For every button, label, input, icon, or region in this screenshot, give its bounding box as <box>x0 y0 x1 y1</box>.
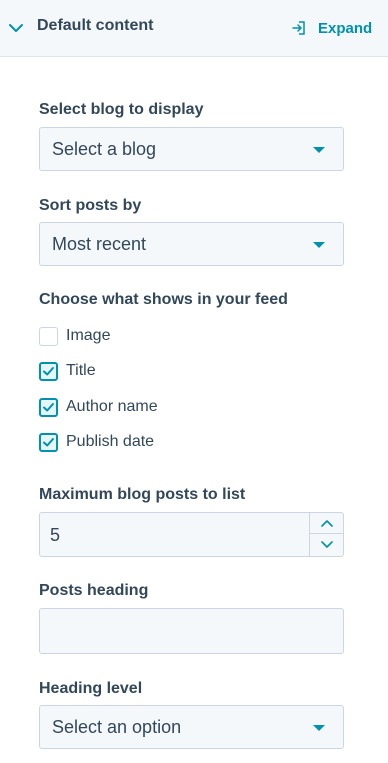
chevron-down-icon <box>320 540 333 548</box>
feed-option-label: Author name <box>66 398 158 415</box>
increment-button[interactable] <box>310 513 343 534</box>
blog-select-label: Select blog to display <box>39 101 204 118</box>
caret-down-icon <box>313 147 325 153</box>
max-posts-value: 5 <box>50 525 61 545</box>
heading-level-label: Heading level <box>39 680 143 697</box>
heading-level-value: Select an option <box>52 717 182 737</box>
checkbox-checked-icon[interactable] <box>39 361 58 381</box>
expand-button[interactable]: Expand <box>292 17 372 39</box>
feed-option-label: Image <box>66 327 111 344</box>
blog-select-dropdown[interactable]: Select a blog <box>39 127 344 171</box>
posts-heading-label: Posts heading <box>39 582 149 599</box>
heading-level-dropdown[interactable]: Select an option <box>39 705 344 749</box>
caret-down-icon <box>313 725 325 731</box>
sort-select-dropdown[interactable]: Most recent <box>39 222 344 266</box>
blog-select-value: Select a blog <box>52 139 157 159</box>
chevron-down-icon[interactable] <box>7 19 25 37</box>
section-header: Default content Expand <box>0 0 388 57</box>
max-posts-input[interactable]: 5 <box>39 512 344 557</box>
feed-option-publish-date[interactable]: Publish date <box>39 431 154 453</box>
caret-down-icon <box>313 242 325 248</box>
feed-option-image[interactable]: Image <box>39 325 110 347</box>
expand-label: Expand <box>318 19 373 37</box>
feed-option-title[interactable]: Title <box>39 360 96 382</box>
feed-option-label: Publish date <box>66 433 155 450</box>
decrement-button[interactable] <box>310 534 343 555</box>
sort-select-value: Most recent <box>52 234 147 254</box>
quantity-stepper <box>309 513 343 556</box>
checkbox-unchecked-icon[interactable] <box>39 326 58 346</box>
sort-select-label: Sort posts by <box>39 197 142 214</box>
checkbox-checked-icon[interactable] <box>39 397 58 417</box>
checkbox-checked-icon[interactable] <box>39 432 58 452</box>
posts-heading-input[interactable] <box>39 608 344 654</box>
feed-option-author-name[interactable]: Author name <box>39 396 158 418</box>
chevron-up-icon <box>320 520 333 527</box>
feed-options-label: Choose what shows in your feed <box>39 291 288 308</box>
expand-icon <box>292 21 305 35</box>
max-posts-label: Maximum blog posts to list <box>39 486 246 503</box>
section-title: Default content <box>37 17 154 34</box>
feed-option-label: Title <box>66 362 96 379</box>
